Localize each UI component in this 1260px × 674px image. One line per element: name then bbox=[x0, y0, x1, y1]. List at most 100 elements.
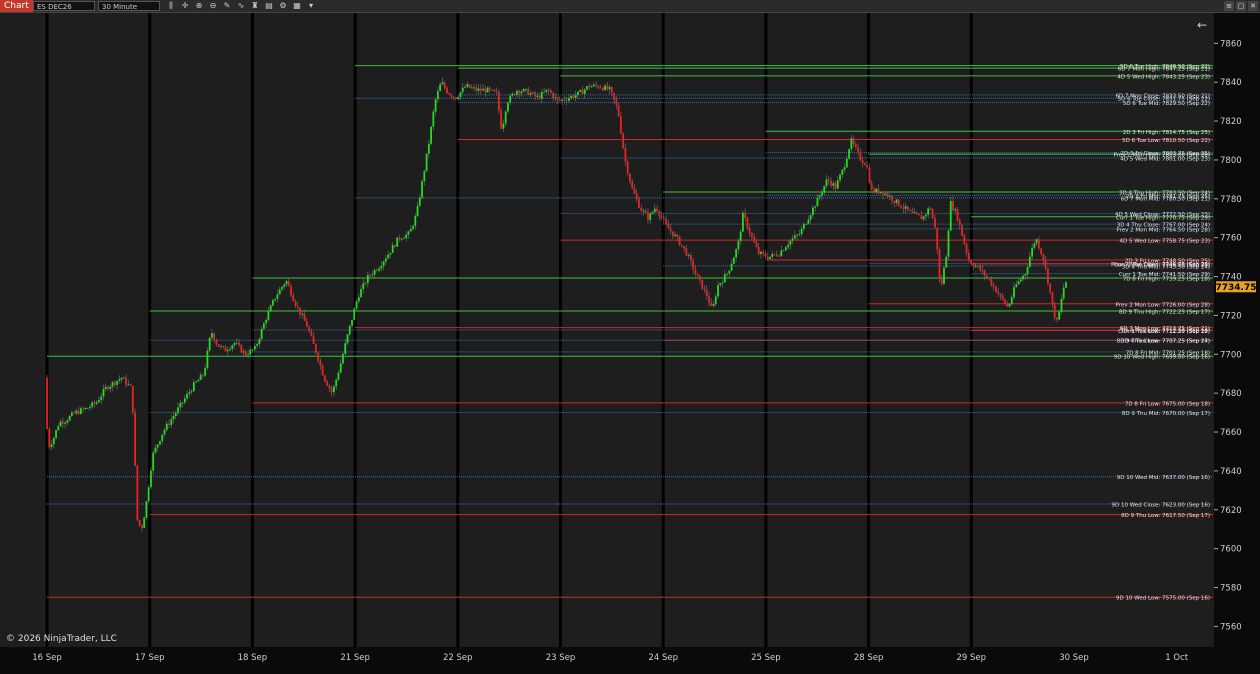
price-tick-label: 7780 bbox=[1220, 195, 1242, 205]
candle-body bbox=[807, 219, 810, 224]
price-chart[interactable]: 5D 6 Tue High: 7848.50 (Sep 22)6D 7 Mon … bbox=[0, 13, 1260, 674]
candle-body bbox=[507, 102, 509, 112]
zoom-in-icon[interactable]: ⊕ bbox=[194, 1, 204, 11]
bars-icon[interactable]: ⫼ bbox=[166, 1, 176, 11]
level-label: 3D 4 Thu Mid: 7745.50 (Sep 24) bbox=[1122, 264, 1210, 270]
candle-body bbox=[125, 377, 127, 385]
candle-body bbox=[301, 314, 304, 315]
candle-body bbox=[949, 200, 952, 231]
cross-icon[interactable]: ✛ bbox=[180, 1, 190, 11]
candle-body bbox=[604, 85, 606, 91]
candle-body bbox=[529, 93, 532, 95]
level-label: Curr 1 Tue Low: 7712.25 (Sep 29) bbox=[1118, 329, 1210, 335]
candle-body bbox=[321, 365, 324, 376]
price-tick-label: 7760 bbox=[1220, 234, 1242, 244]
candle-body bbox=[626, 161, 629, 174]
close-button[interactable]: ✕ bbox=[1248, 1, 1258, 11]
candle-body bbox=[656, 208, 658, 212]
level-label: 7D 8 Fri Low: 7675.00 (Sep 18) bbox=[1125, 401, 1210, 407]
candle-body bbox=[945, 256, 948, 268]
candle-body bbox=[371, 274, 374, 276]
candle-body bbox=[769, 256, 771, 259]
candle-body bbox=[832, 183, 835, 186]
indicator-icon[interactable]: ∿ bbox=[236, 1, 246, 11]
candle-body bbox=[622, 133, 625, 148]
candle-body bbox=[1001, 295, 1004, 300]
time-tick-label: 16 Sep bbox=[32, 653, 62, 663]
candle-body bbox=[143, 517, 146, 528]
timeframe-value: 30 Minute bbox=[102, 3, 138, 11]
data-box-icon[interactable]: ▦ bbox=[292, 1, 302, 11]
candle-body bbox=[909, 209, 911, 211]
minimize-button[interactable]: ≡ bbox=[1224, 1, 1234, 11]
candle-body bbox=[640, 207, 643, 211]
candle-body bbox=[703, 288, 706, 290]
candle-body bbox=[556, 97, 559, 100]
candle-body bbox=[543, 91, 545, 93]
strategy-icon[interactable]: ♜ bbox=[250, 1, 260, 11]
properties-icon[interactable]: ⚙ bbox=[278, 1, 288, 11]
chart-app-tab[interactable]: Chart bbox=[0, 0, 33, 12]
candle-body bbox=[843, 167, 846, 170]
candle-body bbox=[751, 233, 753, 238]
candle-body bbox=[638, 199, 640, 208]
candle-body bbox=[111, 382, 114, 387]
candle-body bbox=[723, 274, 726, 283]
candle-body bbox=[68, 416, 71, 421]
price-tick-label: 7660 bbox=[1220, 428, 1242, 438]
candle-body bbox=[52, 437, 55, 445]
candle-body bbox=[222, 346, 225, 348]
zoom-out-icon[interactable]: ⊖ bbox=[208, 1, 218, 11]
candle-body bbox=[545, 89, 548, 92]
candle-body bbox=[482, 88, 484, 91]
candle-body bbox=[272, 300, 274, 306]
price-tick-label: 7860 bbox=[1220, 39, 1242, 49]
candle-body bbox=[256, 344, 259, 347]
price-tick-label: 7700 bbox=[1220, 350, 1242, 360]
candle-body bbox=[764, 253, 767, 257]
candle-body bbox=[188, 392, 191, 394]
candle-body bbox=[895, 199, 898, 203]
candle-body bbox=[242, 351, 245, 353]
candle-body bbox=[249, 349, 252, 355]
candle-body bbox=[500, 110, 503, 129]
last-price-value: 7734.75 bbox=[1216, 283, 1257, 293]
candle-body bbox=[364, 283, 367, 284]
more-icon[interactable]: ▾ bbox=[306, 1, 316, 11]
candle-body bbox=[979, 265, 982, 271]
candle-body bbox=[721, 282, 724, 284]
candle-body bbox=[965, 243, 968, 254]
candle-body bbox=[479, 88, 482, 91]
candle-body bbox=[760, 251, 762, 254]
draw-icon[interactable]: ✎ bbox=[222, 1, 232, 11]
timeframe-selector[interactable]: 30 Minute bbox=[98, 1, 160, 11]
candle-body bbox=[660, 215, 663, 218]
candle-body bbox=[597, 85, 600, 88]
candle-body bbox=[263, 323, 265, 329]
price-axis-panel bbox=[1214, 13, 1260, 674]
candle-body bbox=[732, 257, 735, 264]
candle-body bbox=[778, 255, 780, 257]
level-label: Prev 2 Mon Mid: 7764.50 (Sep 28) bbox=[1116, 227, 1210, 233]
candle-body bbox=[450, 94, 453, 97]
time-axis-panel bbox=[0, 647, 1214, 674]
last-price-tag: 7734.75 bbox=[1216, 281, 1257, 293]
candle-body bbox=[744, 212, 747, 218]
template-icon[interactable]: ▤ bbox=[264, 1, 274, 11]
candle-body bbox=[497, 91, 500, 111]
candle-body bbox=[624, 147, 627, 162]
maximize-button[interactable]: ▢ bbox=[1236, 1, 1246, 11]
candle-body bbox=[972, 264, 975, 267]
candle-body bbox=[1053, 304, 1056, 318]
candle-body bbox=[382, 261, 385, 266]
candle-body bbox=[425, 153, 428, 172]
candle-body bbox=[283, 284, 286, 287]
candle-body bbox=[520, 91, 523, 94]
time-tick-label: 24 Sep bbox=[648, 653, 678, 663]
candle-body bbox=[680, 245, 683, 247]
candle-body bbox=[299, 307, 301, 315]
instrument-selector[interactable]: ES DEC26 bbox=[33, 1, 95, 11]
back-arrow-icon[interactable]: ← bbox=[1197, 18, 1207, 32]
chart-background bbox=[0, 13, 1260, 674]
candle-body bbox=[997, 292, 1000, 294]
